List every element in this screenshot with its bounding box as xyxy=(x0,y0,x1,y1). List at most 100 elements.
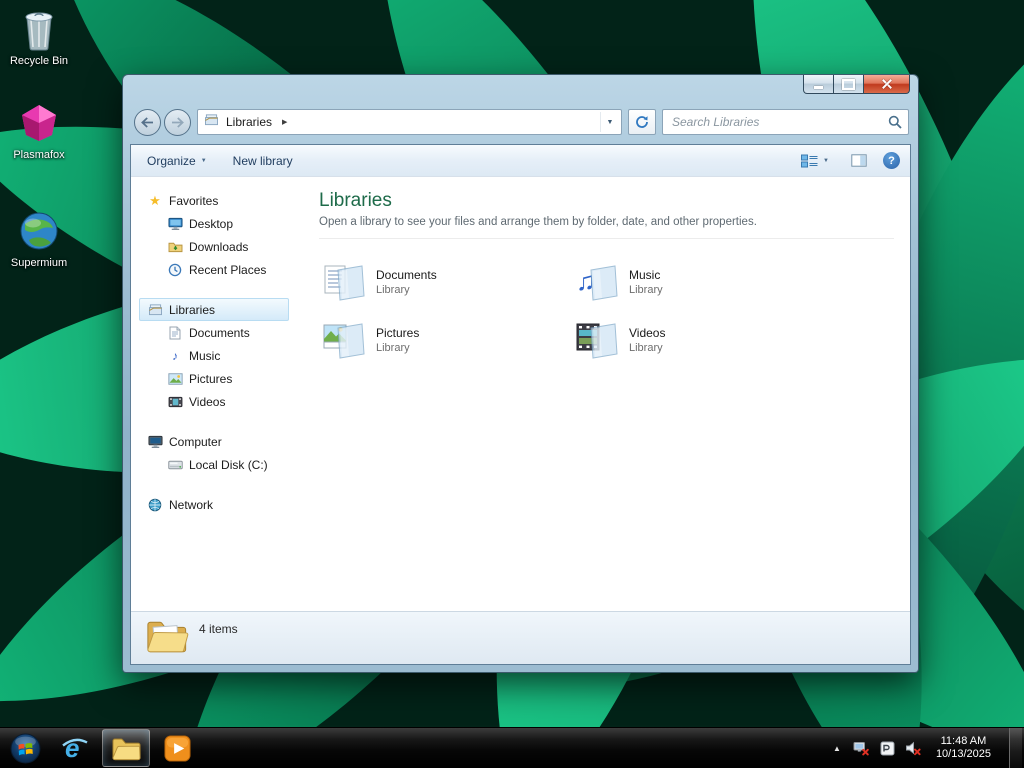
desktop-icon-supermium[interactable]: Supermium xyxy=(0,210,78,269)
status-bar: 4 items xyxy=(131,611,910,664)
media-player-icon xyxy=(163,734,191,762)
folder-icon xyxy=(145,617,189,660)
maximize-button[interactable] xyxy=(833,75,864,94)
desktop-icon-plasmafox[interactable]: Plasmafox xyxy=(0,102,78,161)
forward-button[interactable] xyxy=(164,108,191,136)
item-count: 4 items xyxy=(199,622,238,636)
new-library-button[interactable]: New library xyxy=(227,151,299,171)
explorer-folder-icon xyxy=(111,738,141,761)
sidebar-item-local-disk-c[interactable]: Local Disk (C:) xyxy=(139,453,289,476)
window-titlebar[interactable] xyxy=(123,75,918,104)
minimize-button[interactable] xyxy=(803,75,834,94)
library-item-music[interactable]: ♫ Music Library xyxy=(572,253,825,311)
library-item-pictures[interactable]: Pictures Library xyxy=(319,311,572,369)
documents-icon xyxy=(167,325,183,341)
sidebar-item-label: Local Disk (C:) xyxy=(189,457,268,472)
views-icon xyxy=(801,154,818,167)
desktop: Recycle Bin Plasmafox Supermium Librarie… xyxy=(0,0,1024,768)
command-toolbar: Organize ▼ New library ▼ ? xyxy=(131,145,910,177)
change-view-button[interactable]: ▼ xyxy=(795,151,835,171)
sidebar-item-desktop[interactable]: Desktop xyxy=(139,212,289,235)
content-pane: Libraries Open a library to see your fil… xyxy=(297,177,910,611)
recent-places-icon xyxy=(167,262,183,278)
forward-arrow-icon xyxy=(172,116,184,128)
hard-drive-icon xyxy=(167,457,183,473)
library-type: Library xyxy=(376,284,410,296)
pictures-icon xyxy=(167,371,183,387)
sidebar-item-label: Videos xyxy=(189,394,226,409)
chevron-down-icon: ▼ xyxy=(200,157,207,164)
clock-time: 11:48 AM xyxy=(940,734,987,747)
supermium-icon xyxy=(0,210,78,254)
sidebar-section-network[interactable]: Network xyxy=(139,493,289,516)
network-icon xyxy=(147,497,163,513)
sidebar-item-documents[interactable]: Documents xyxy=(139,321,289,344)
sidebar-section-label: Libraries xyxy=(169,302,216,317)
clock-date: 10/13/2025 xyxy=(935,748,991,760)
library-name: Music xyxy=(629,268,661,282)
window-client-area: Organize ▼ New library ▼ ? ★ Favorites D… xyxy=(130,144,911,665)
page-title: Libraries xyxy=(319,190,392,211)
libraries-location-icon xyxy=(204,113,219,131)
refresh-button[interactable] xyxy=(628,109,656,135)
address-history-dropdown[interactable]: ▼ xyxy=(600,112,619,132)
taskbar-internet-explorer[interactable]: e xyxy=(52,730,98,766)
library-name: Videos xyxy=(629,326,666,340)
taskbar-clock[interactable]: 11:48 AM 10/13/2025 xyxy=(931,735,1000,762)
search-input[interactable] xyxy=(670,114,888,130)
libraries-icon xyxy=(147,302,163,318)
system-tray: ▲ 11:48 AM 10/13/2025 xyxy=(830,728,1024,768)
breadcrumb-chevron-icon[interactable]: ▶ xyxy=(279,118,290,126)
breadcrumb-libraries[interactable]: Libraries xyxy=(223,115,275,129)
library-item-videos[interactable]: Videos Library xyxy=(572,311,825,369)
sidebar-section-libraries[interactable]: Libraries xyxy=(139,298,289,321)
organize-label: Organize xyxy=(147,153,196,168)
sidebar-item-recent-places[interactable]: Recent Places xyxy=(139,258,289,281)
sidebar-item-label: Downloads xyxy=(189,239,249,254)
sidebar-item-label: Pictures xyxy=(189,371,233,386)
show-hidden-icons-button[interactable]: ▲ xyxy=(830,744,844,753)
tray-volume-icon[interactable] xyxy=(905,740,922,757)
chevron-down-icon: ▼ xyxy=(823,157,829,164)
start-button[interactable] xyxy=(0,728,50,768)
minimize-icon xyxy=(814,85,823,89)
back-button[interactable] xyxy=(134,108,161,136)
plasmafox-icon xyxy=(0,102,78,146)
back-arrow-icon xyxy=(141,116,153,128)
search-box[interactable] xyxy=(662,109,909,135)
show-desktop-button[interactable] xyxy=(1009,728,1022,768)
desktop-icon-label: Recycle Bin xyxy=(9,55,69,67)
navigation-pane: ★ Favorites Desktop Downloads Recent Pla… xyxy=(131,177,297,611)
sidebar-item-label: Recent Places xyxy=(189,262,267,277)
organize-button[interactable]: Organize ▼ xyxy=(141,151,213,171)
sidebar-section-favorites[interactable]: ★ Favorites xyxy=(139,189,289,212)
desktop-icon xyxy=(167,216,183,232)
desktop-icon-recycle-bin[interactable]: Recycle Bin xyxy=(0,8,78,67)
close-button[interactable] xyxy=(863,75,910,94)
tray-network-icon[interactable] xyxy=(853,740,870,757)
help-button[interactable]: ? xyxy=(883,152,900,169)
desktop-icon-label: Plasmafox xyxy=(13,149,65,161)
search-icon xyxy=(888,115,902,129)
toolbar-right-group: ▼ ? xyxy=(795,151,900,171)
taskbar-media-player[interactable] xyxy=(154,730,200,766)
page-subtitle: Open a library to see your files and arr… xyxy=(319,216,894,239)
sidebar-item-pictures[interactable]: Pictures xyxy=(139,367,289,390)
address-bar[interactable]: Libraries ▶ ▼ xyxy=(197,109,622,135)
sidebar-item-downloads[interactable]: Downloads xyxy=(139,235,289,258)
library-grid: Documents Library ♫ Music Library Pictur… xyxy=(319,253,839,369)
sidebar-item-videos[interactable]: Videos xyxy=(139,390,289,413)
preview-pane-button[interactable] xyxy=(845,151,873,170)
library-item-documents[interactable]: Documents Library xyxy=(319,253,572,311)
taskbar-windows-explorer[interactable] xyxy=(102,729,150,767)
sidebar-section-label: Favorites xyxy=(169,193,219,208)
videos-icon xyxy=(167,394,183,410)
music-note-icon: ♪ xyxy=(172,348,178,363)
sidebar-item-music[interactable]: ♪ Music xyxy=(139,344,289,367)
tray-input-indicator-icon[interactable] xyxy=(879,740,896,757)
sidebar-section-computer[interactable]: Computer xyxy=(139,430,289,453)
navigation-bar: Libraries ▶ ▼ xyxy=(123,104,918,144)
internet-explorer-icon: e xyxy=(62,733,88,763)
videos-library-icon xyxy=(572,319,620,361)
library-type: Library xyxy=(629,284,663,296)
